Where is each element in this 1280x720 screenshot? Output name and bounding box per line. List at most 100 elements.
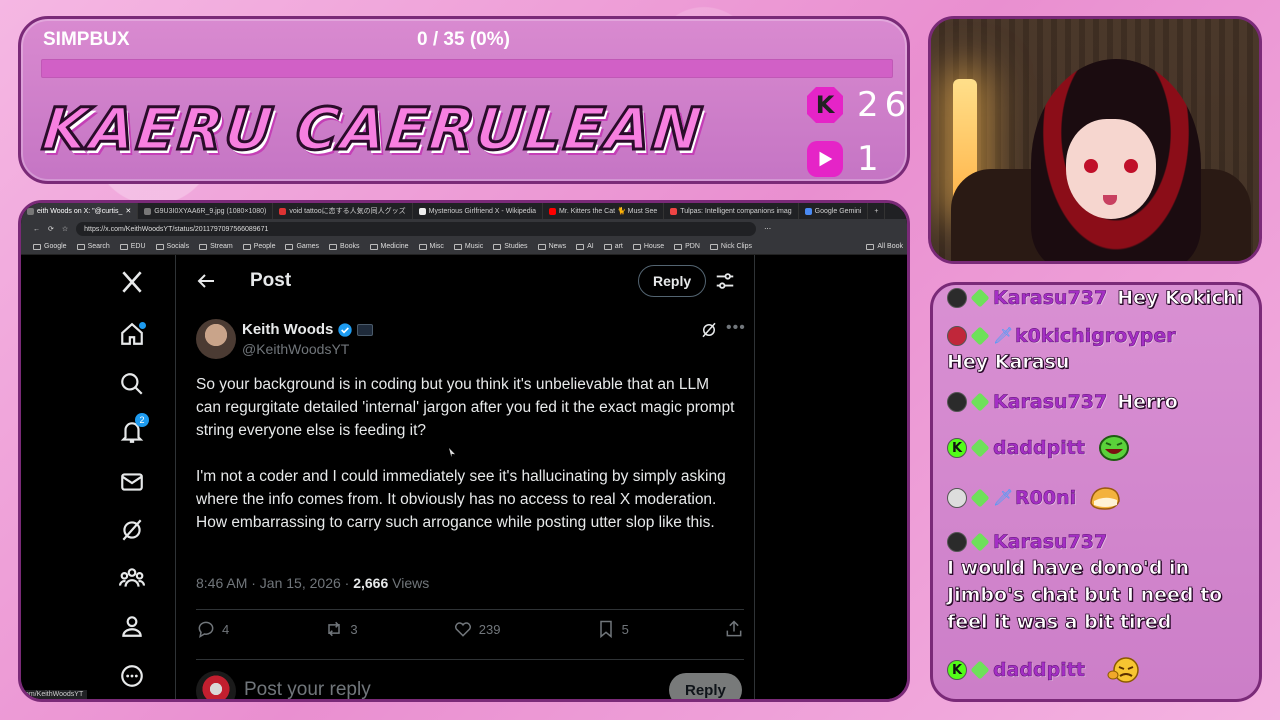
- bookmark-folder[interactable]: Books: [329, 243, 360, 250]
- bookmark-action[interactable]: 5: [596, 619, 629, 639]
- all-bookmarks[interactable]: All Book: [866, 243, 903, 250]
- back-icon[interactable]: ←: [33, 226, 40, 233]
- reply-action[interactable]: 4: [196, 619, 229, 639]
- bookmark-folder[interactable]: Nick Clips: [709, 243, 752, 250]
- twitch-logo-icon: [807, 141, 843, 177]
- tab-label: G9U3I0XYAA6R_9.jpg (1080×1080): [154, 207, 267, 215]
- chat-text: Herro: [1117, 391, 1178, 414]
- tab-label: eith Woods on X: "@curtis_: [37, 207, 123, 215]
- simpbux-banner: SIMPBUX 0 / 35 (0%) KAERU CAERULEAN K 26…: [18, 16, 910, 184]
- tab-favicon-icon: [27, 207, 34, 215]
- close-tab-icon[interactable]: ✕: [125, 207, 131, 215]
- bookmark-folder[interactable]: Stream: [199, 243, 233, 250]
- bookmark-folder[interactable]: EDU: [119, 243, 146, 250]
- kick-logo-icon: K: [807, 87, 843, 123]
- author-name-row[interactable]: Keith Woods: [242, 321, 374, 338]
- bookmark-folder[interactable]: News: [537, 243, 566, 250]
- browser-tab[interactable]: eith Woods on X: "@curtis_ ✕: [21, 203, 139, 219]
- tab-favicon-icon: [418, 207, 426, 215]
- bookmark-folder[interactable]: House: [632, 243, 664, 250]
- post-meta: 8:46 AM · Jan 15, 2026 · 2,666 Views: [196, 575, 429, 591]
- notifications-bell-icon[interactable]: 2: [109, 409, 155, 455]
- browser-tab[interactable]: Mysterious Girlfriend X - Wikipedia: [413, 203, 544, 219]
- twitch-follower-stat: 1: [807, 139, 885, 179]
- browser-tab[interactable]: void tattooに恋する人気の同人グッズ: [273, 203, 413, 219]
- post-more-icon[interactable]: •••: [726, 319, 746, 337]
- angry-face-emote: [1107, 657, 1139, 683]
- author-handle[interactable]: @KeithWoodsYT: [242, 341, 349, 357]
- bookmark-folder[interactable]: Studies: [493, 243, 528, 250]
- bookmark-folder[interactable]: PDN: [674, 243, 700, 250]
- page-title: Post: [250, 270, 292, 291]
- bookmark-folder[interactable]: Socials: [155, 243, 189, 250]
- messages-envelope-icon[interactable]: [109, 459, 155, 505]
- reply-submit-button[interactable]: Reply: [669, 673, 742, 699]
- more-options-icon[interactable]: [109, 653, 155, 699]
- grok-explain-icon[interactable]: [700, 321, 718, 339]
- reply-input[interactable]: Post your reply: [244, 679, 371, 699]
- bookmark-folder[interactable]: Misc: [418, 243, 444, 250]
- reply-bubble-icon: [198, 621, 214, 639]
- repost-count: 3: [350, 621, 358, 637]
- bookmark-folder[interactable]: Search: [76, 243, 110, 250]
- user-avatar: [947, 488, 967, 508]
- grok-icon[interactable]: [109, 507, 155, 553]
- heart-icon: [454, 622, 471, 637]
- bookmark-folder[interactable]: Google: [33, 243, 67, 250]
- chat-username: k0kichigroyper: [1015, 325, 1176, 348]
- bookmark-folder[interactable]: art: [603, 243, 623, 250]
- tab-label: void tattooに恋する人気の同人グッズ: [289, 208, 406, 215]
- profile-icon[interactable]: [109, 603, 155, 649]
- back-arrow-icon[interactable]: [194, 269, 218, 293]
- current-user-avatar[interactable]: [196, 671, 236, 699]
- bookmark-star-icon[interactable]: ☆: [62, 225, 68, 233]
- chat-panel: Karasu737 Hey Kokichi 🗡 k0kichigroyper H…: [930, 282, 1262, 702]
- chat-username: R00ni: [1015, 487, 1077, 510]
- folder-icon: [453, 243, 462, 250]
- bookmarks-bar: Google Search EDU Socials Stream People …: [21, 239, 907, 255]
- chat-username: Karasu737: [993, 531, 1108, 554]
- reload-icon[interactable]: ⟳: [48, 225, 54, 233]
- chat-username: daddpitt: [993, 437, 1085, 460]
- bookmark-folder[interactable]: Music: [453, 243, 483, 250]
- reply-header-button[interactable]: Reply: [638, 265, 707, 297]
- channel-name: KAERU CAERULEAN: [38, 94, 708, 165]
- post-column: Post Reply Keith Woods @KeithWoodsYT •••…: [175, 255, 755, 699]
- folder-icon: [285, 243, 294, 250]
- views-label: Views: [388, 575, 430, 591]
- folder-icon: [493, 243, 502, 250]
- post-timestamp[interactable]: 8:46 AM · Jan 15, 2026 ·: [196, 575, 353, 591]
- bookmark-folder[interactable]: Games: [285, 243, 319, 250]
- folder-icon: [119, 243, 128, 250]
- bookmark-folder[interactable]: AI: [576, 243, 594, 250]
- folder-icon: [709, 243, 718, 250]
- tab-label: Tulpas: Intelligent companions imag: [680, 207, 792, 215]
- chat-message: 🗡 k0kichigroyper Hey Karasu: [947, 325, 1251, 376]
- new-tab-button[interactable]: +: [868, 203, 886, 219]
- bookmark-folder[interactable]: Medicine: [369, 243, 409, 250]
- share-action[interactable]: [724, 619, 744, 639]
- author-avatar[interactable]: [196, 319, 236, 359]
- chat-message: K daddpitt: [947, 655, 1251, 685]
- browser-tab[interactable]: G9U3I0XYAA6R_9.jpg (1080×1080): [138, 203, 274, 219]
- chat-message: Karasu737 Herro: [947, 391, 1251, 413]
- like-action[interactable]: 239: [453, 619, 500, 639]
- extensions-icon[interactable]: ⋯: [764, 225, 771, 233]
- folder-icon: [537, 243, 546, 250]
- reply-settings-icon[interactable]: [714, 270, 736, 292]
- browser-tab[interactable]: Tulpas: Intelligent companions imag: [664, 203, 799, 219]
- explore-search-icon[interactable]: [109, 361, 155, 407]
- chat-text: Hey Kokichi: [1117, 287, 1243, 310]
- x-logo-icon[interactable]: [109, 259, 155, 305]
- bookmark-folder[interactable]: People: [242, 243, 275, 250]
- browser-tab[interactable]: Mr. Kitters the Cat 🐈 Must See: [543, 203, 665, 219]
- repost-action[interactable]: 3: [324, 619, 358, 639]
- browser-tab[interactable]: Google Gemini: [799, 203, 869, 219]
- chat-text: I would have dono'd in Jimbo's chat but …: [947, 557, 1223, 634]
- address-bar[interactable]: https://x.com/KeithWoodsYT/status/201179…: [76, 222, 757, 236]
- kick-user-avatar: K: [947, 660, 967, 680]
- home-icon[interactable]: [109, 311, 155, 357]
- author-name[interactable]: Keith Woods: [242, 321, 333, 338]
- communities-icon[interactable]: [109, 555, 155, 601]
- simpbux-progress-text: 0 / 35 (0%): [417, 29, 510, 50]
